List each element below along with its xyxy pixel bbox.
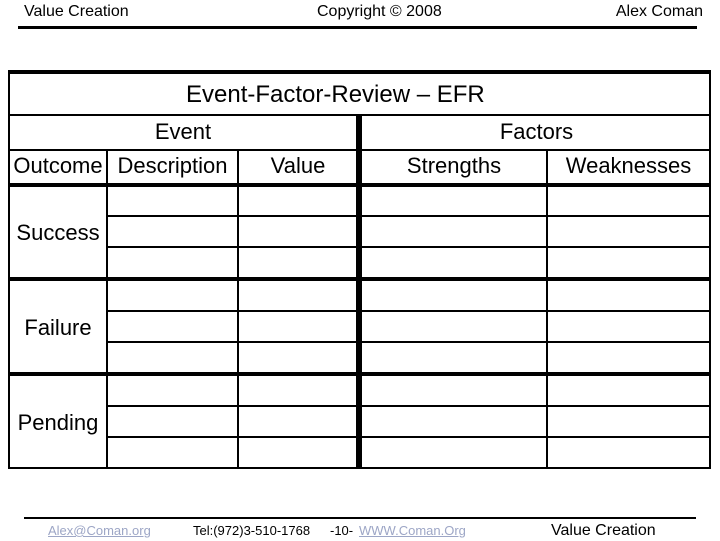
cell-failure-1-value[interactable] — [239, 281, 356, 310]
cell-success-1-description[interactable] — [108, 187, 237, 215]
cell-pending-1-weaknesses[interactable] — [548, 376, 709, 405]
column-header-value: Value — [270, 153, 326, 178]
footer-divider — [24, 517, 696, 519]
cell-success-2-weaknesses[interactable] — [548, 217, 709, 246]
cell-success-3-value[interactable] — [239, 248, 356, 277]
cell-success-1-strengths[interactable] — [362, 187, 546, 215]
cell-failure-2-strengths[interactable] — [362, 312, 546, 341]
efr-table: Event-Factor-Review – EFR Event Factors … — [0, 0, 720, 540]
outcome-label-pending: Pending — [17, 410, 99, 435]
column-header-strengths: Strengths — [406, 153, 502, 178]
footer-telephone: Tel:(972)3-510-1768 — [193, 523, 311, 538]
cell-success-1-value[interactable] — [239, 187, 356, 215]
column-header-weaknesses: Weaknesses — [565, 153, 692, 178]
cell-pending-3-description[interactable] — [108, 438, 237, 467]
column-header-outcome: Outcome — [13, 153, 103, 178]
cell-failure-2-value[interactable] — [239, 312, 356, 341]
cell-success-3-weaknesses[interactable] — [548, 248, 709, 277]
outcome-label-failure: Failure — [24, 315, 92, 340]
cell-success-2-value[interactable] — [239, 217, 356, 246]
footer-title: Value Creation — [551, 522, 656, 539]
cell-pending-1-description[interactable] — [108, 376, 237, 405]
table-border-top — [8, 70, 711, 74]
column-header-description: Description — [117, 153, 228, 178]
cell-success-2-description[interactable] — [108, 217, 237, 246]
cell-pending-2-strengths[interactable] — [362, 407, 546, 436]
group-header-divider-event — [8, 149, 358, 151]
cell-success-3-strengths[interactable] — [362, 248, 546, 277]
cell-failure-1-description[interactable] — [108, 281, 237, 310]
outcome-label-success: Success — [16, 220, 100, 245]
cell-pending-3-strengths[interactable] — [362, 438, 546, 467]
cell-pending-3-value[interactable] — [239, 438, 356, 467]
cell-pending-2-value[interactable] — [239, 407, 356, 436]
cell-success-3-description[interactable] — [108, 248, 237, 277]
cell-pending-1-strengths[interactable] — [362, 376, 546, 405]
cell-success-1-weaknesses[interactable] — [548, 187, 709, 215]
cell-failure-1-strengths[interactable] — [362, 281, 546, 310]
cell-failure-3-description[interactable] — [108, 343, 237, 372]
table-title: Event-Factor-Review – EFR — [186, 81, 485, 108]
cell-success-2-strengths[interactable] — [362, 217, 546, 246]
cell-pending-2-weaknesses[interactable] — [548, 407, 709, 436]
cell-failure-3-value[interactable] — [239, 343, 356, 372]
footer-website-link[interactable]: WWW.Coman.Org — [359, 523, 466, 539]
cell-failure-1-weaknesses[interactable] — [548, 281, 709, 310]
cell-pending-3-weaknesses[interactable] — [548, 438, 709, 467]
footer-email-link[interactable]: Alex@Coman.org — [48, 523, 151, 539]
group-header-divider-factors — [358, 149, 711, 151]
group-header-event: Event — [154, 119, 212, 144]
cell-failure-2-description[interactable] — [108, 312, 237, 341]
cell-failure-3-weaknesses[interactable] — [548, 343, 709, 372]
cell-failure-2-weaknesses[interactable] — [548, 312, 709, 341]
footer-page-number: -10- — [330, 523, 354, 538]
group-header-factors: Factors — [499, 119, 574, 144]
cell-failure-3-strengths[interactable] — [362, 343, 546, 372]
cell-pending-1-value[interactable] — [239, 376, 356, 405]
cell-pending-2-description[interactable] — [108, 407, 237, 436]
